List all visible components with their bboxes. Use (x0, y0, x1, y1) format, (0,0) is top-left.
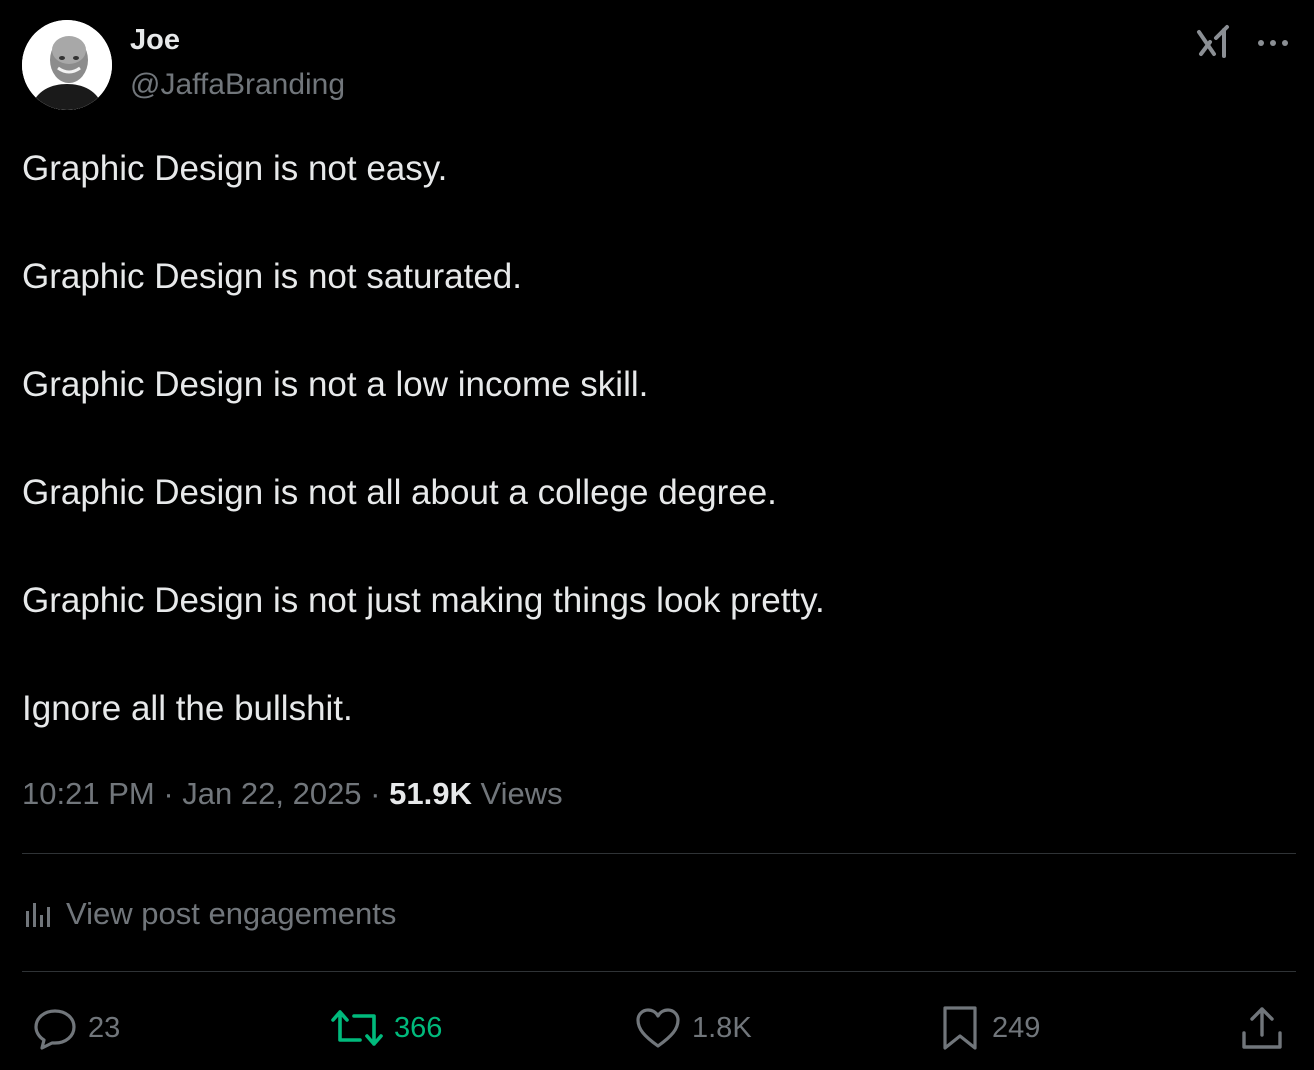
author-name[interactable]: Joe (130, 24, 180, 57)
post-date[interactable]: Jan 22, 2025 (182, 776, 361, 811)
reply-icon (34, 1009, 76, 1050)
repost-button[interactable]: 366 (330, 1004, 442, 1052)
post-line: Graphic Design is not saturated. (22, 257, 522, 296)
post-text: Graphic Design is not easy. Graphic Desi… (22, 149, 1292, 797)
post-line: Graphic Design is not just making things… (22, 581, 825, 620)
post-line: Graphic Design is not a low income skill… (22, 365, 649, 404)
avatar[interactable] (22, 20, 112, 110)
reply-button[interactable]: 23 (32, 1004, 120, 1052)
divider (22, 971, 1296, 972)
bookmark-count: 249 (992, 1011, 1041, 1044)
reply-count: 23 (88, 1011, 121, 1044)
bookmark-icon (943, 1006, 977, 1050)
repost-count: 366 (394, 1011, 443, 1044)
meta-separator: · (370, 776, 381, 811)
more-options-icon[interactable] (1254, 26, 1292, 60)
view-engagements-link[interactable]: View post engagements (22, 890, 396, 938)
views-label: Views (480, 776, 563, 811)
like-button[interactable]: 1.8K (634, 1004, 752, 1052)
share-button[interactable] (1240, 1004, 1284, 1052)
heart-icon (636, 1008, 680, 1048)
post-time[interactable]: 10:21 PM (22, 776, 155, 811)
post-meta: 10:21 PM · Jan 22, 2025 · 51.9K Views (22, 776, 563, 812)
views-count: 51.9K (389, 776, 472, 811)
divider (22, 853, 1296, 854)
bookmark-button[interactable]: 249 (938, 1004, 1040, 1052)
grok-icon[interactable] (1196, 24, 1232, 60)
avatar-photo (22, 20, 112, 110)
post-line: Graphic Design is not all about a colleg… (22, 473, 777, 512)
author-handle[interactable]: @JaffaBranding (130, 68, 345, 102)
like-count: 1.8K (692, 1011, 752, 1044)
meta-separator: · (163, 776, 174, 811)
analytics-icon (26, 903, 50, 927)
view-engagements-label: View post engagements (66, 896, 397, 931)
share-icon (1242, 1007, 1282, 1049)
repost-icon (331, 1010, 383, 1046)
post-line: Graphic Design is not easy. (22, 149, 448, 188)
